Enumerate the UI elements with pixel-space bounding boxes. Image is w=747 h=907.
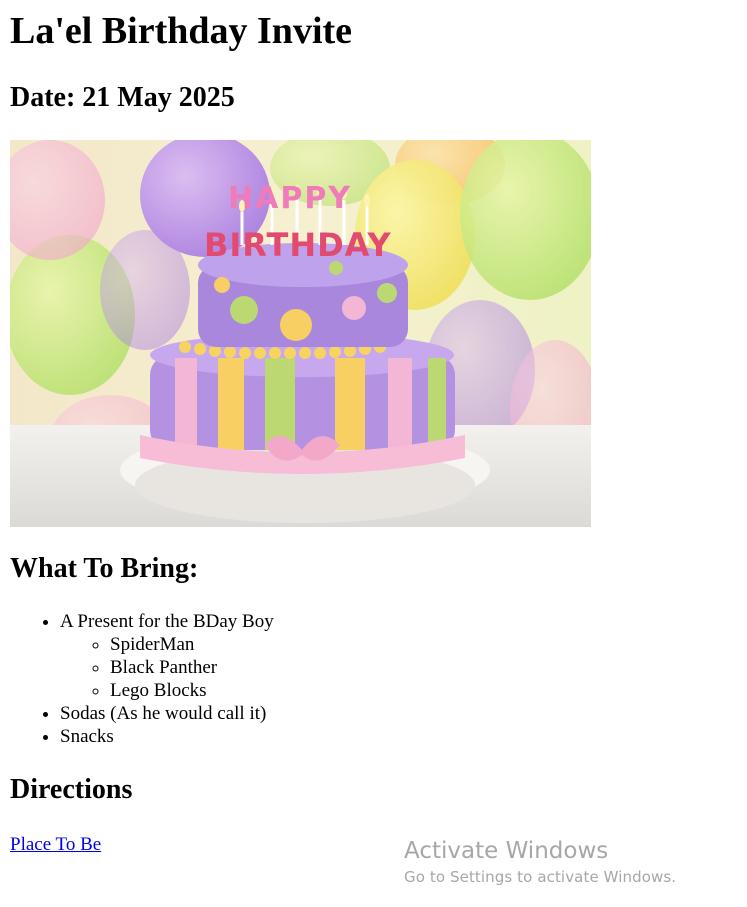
watermark-subtitle: Go to Settings to activate Windows. — [404, 868, 677, 886]
list-item: Snacks — [60, 725, 274, 748]
directions-heading: Directions — [10, 774, 133, 805]
list-item: SpiderMan — [110, 633, 274, 656]
birthday-cake-image: HAPPY BIRTHDAY — [10, 140, 591, 527]
page-title: La'el Birthday Invite — [10, 10, 353, 52]
birthday-cake-photo-icon: HAPPY BIRTHDAY — [10, 140, 591, 527]
watermark-title: Activate Windows — [404, 838, 609, 864]
what-to-bring-heading: What To Bring: — [10, 553, 199, 584]
list-item-label: A Present for the BDay Boy — [60, 611, 274, 632]
directions-link[interactable]: Place To Be — [10, 833, 101, 856]
activate-windows-watermark: Activate Windows Go to Settings to activ… — [404, 836, 676, 888]
svg-text:HAPPY: HAPPY — [228, 181, 352, 216]
list-item: Black Panther — [110, 656, 274, 679]
bring-list: A Present for the BDay Boy SpiderMan Bla… — [10, 610, 274, 748]
svg-text:BIRTHDAY: BIRTHDAY — [204, 226, 392, 264]
list-item: Sodas (As he would call it) — [60, 702, 274, 725]
date-heading: Date: 21 May 2025 — [10, 82, 235, 113]
list-item: A Present for the BDay Boy SpiderMan Bla… — [60, 610, 274, 702]
present-sublist: SpiderMan Black Panther Lego Blocks — [60, 633, 274, 702]
list-item: Lego Blocks — [110, 679, 274, 702]
